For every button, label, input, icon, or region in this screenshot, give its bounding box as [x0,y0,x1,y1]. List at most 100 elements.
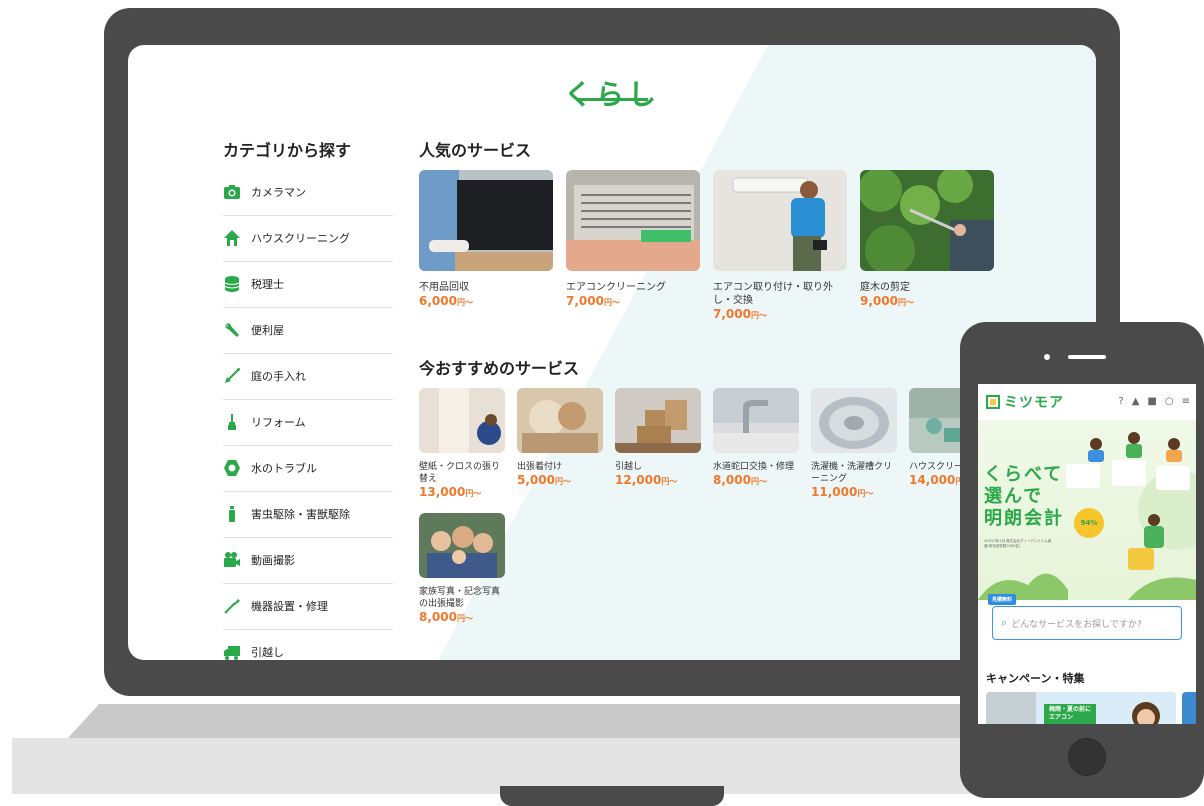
sidebar-item-house-cleaning[interactable]: ハウスクリーニング [223,215,393,262]
phone-home-button[interactable] [1068,738,1106,776]
hero-heading: くらべて 選んで 明朗会計 [984,464,1064,530]
service-price: 5,000円〜 [517,473,571,487]
sidebar-item-garden[interactable]: 庭の手入れ [223,353,393,400]
free-estimate-badge: 見積無料 [988,594,1017,605]
screwdriver-icon [223,597,241,615]
sidebar-item-label: 引越し [251,646,284,659]
brush-icon [223,413,241,431]
menu-icon[interactable]: ≡ [1182,397,1190,407]
search-input[interactable]: ⌕ どんなサービスをお探しですか? [992,606,1182,640]
clipboard-icon[interactable]: ■ [1147,397,1156,407]
phone-header: ミツモア ? ▲ ■ ○ ≡ [978,384,1196,420]
service-image [713,388,799,453]
video-camera-icon [223,551,241,569]
nut-icon [223,459,241,477]
phone-screen: ミツモア ? ▲ ■ ○ ≡ くらべて 選んで 明朗会計 94% ※2023年1… [978,384,1196,724]
sidebar-item-water-trouble[interactable]: 水のトラブル [223,445,393,492]
search-icon[interactable]: ○ [1165,397,1174,407]
sidebar-item-equipment[interactable]: 機器設置・修理 [223,583,393,630]
sidebar-item-label: 水のトラブル [251,462,317,475]
service-image [419,513,505,578]
house-icon [223,229,241,247]
recommended-card[interactable]: 壁紙・クロスの張り替え 13,000円〜 [419,388,505,501]
popular-card[interactable]: エアコンクリーニング 7,000円〜 [566,170,700,310]
service-price: 7,000円〜 [713,307,767,321]
service-image [419,170,553,271]
sidebar-item-label: 機器設置・修理 [251,600,328,613]
service-name: 出張着付け [517,462,563,472]
sidebar-item-label: 動画撮影 [251,554,295,567]
popular-card[interactable]: 不用品回収 6,000円〜 [419,170,553,310]
service-price: 6,000円〜 [419,294,473,308]
logo-text: ミツモア [1004,395,1064,411]
sidebar-item-camera[interactable]: カメラマン [223,169,393,216]
service-price: 9,000円〜 [860,294,914,308]
service-price: 12,000円〜 [615,473,678,487]
popular-card[interactable]: 庭木の剪定 9,000円〜 [860,170,994,310]
page-title: くらし [563,78,660,111]
popular-section-title: 人気のサービス [419,141,532,160]
sidebar-item-label: 税理士 [251,278,284,291]
campaign-banner[interactable]: 梅雨・夏の前に エアコン [986,692,1176,724]
service-image [419,388,505,453]
satisfaction-badge: 94% [1074,508,1104,538]
sidebar-item-handyman[interactable]: 便利屋 [223,307,393,354]
sidebar-item-video[interactable]: 動画撮影 [223,537,393,584]
sidebar-item-label: ハウスクリーニング [251,232,350,245]
campaign-banner-next[interactable] [1182,692,1196,724]
service-price: 7,000円〜 [566,294,620,308]
sidebar-item-label: 害虫駆除・害獣駆除 [251,508,350,521]
shovel-icon [223,367,241,385]
hero-line: くらべて [984,464,1064,485]
service-name: エアコンクリーニング [566,282,666,293]
hero-line: 選んで [984,486,1044,507]
sidebar-item-label: カメラマン [251,186,306,199]
service-name: 庭木の剪定 [860,282,910,293]
sidebar-item-label: 便利屋 [251,324,284,337]
title-underline [576,98,648,101]
banner-line: エアコン [1049,714,1074,721]
help-icon[interactable]: ? [1118,397,1123,407]
logo-icon [986,395,1000,409]
sidebar-item-reform[interactable]: リフォーム [223,399,393,446]
popular-card[interactable]: エアコン取り付け・取り外し・交換 7,000円〜 [713,170,847,323]
recommended-section-title: 今おすすめのサービス [419,359,580,378]
laptop-screen: くらし カテゴリから探す カメラマン ハウスクリーニング 税理士 便利屋 庭の手… [128,45,1096,660]
sidebar-item-label: 庭の手入れ [251,370,306,383]
service-name: エアコン取り付け・取り外し・交換 [713,282,833,306]
service-name: 洗濯機・洗濯槽クリーニング [811,462,893,484]
service-price: 11,000円〜 [811,485,874,499]
service-price: 8,000円〜 [713,473,767,487]
recommended-card[interactable]: 洗濯機・洗濯槽クリーニング 11,000円〜 [811,388,897,501]
banner-label: 梅雨・夏の前に エアコン [1044,704,1097,724]
phone-camera [1044,354,1050,360]
recommended-card[interactable]: 家族写真・記念写真の出張撮影 8,000円〜 [419,513,505,626]
recommended-card[interactable]: 引越し 12,000円〜 [615,388,701,489]
service-image [615,388,701,453]
sidebar-item-tax-accountant[interactable]: 税理士 [223,261,393,308]
recommended-card[interactable]: 出張着付け 5,000円〜 [517,388,603,489]
sidebar-title: カテゴリから探す [223,141,352,160]
logo[interactable]: ミツモア [986,392,1064,412]
hero-line: 明朗会計 [984,508,1064,529]
sidebar-item-pest-control[interactable]: 害虫駆除・害獣駆除 [223,491,393,538]
laptop-keyboard-deck [68,704,1104,738]
service-image [713,170,847,271]
campaign-title: キャンペーン・特集 [986,672,1085,685]
service-image [517,388,603,453]
laptop-notch [500,786,724,806]
service-image [811,388,897,453]
service-image [860,170,994,271]
hero-fine-print: ※2023年1月 株式会社ディーアンドエム調査(有効回答数3000名) [984,539,1052,548]
service-name: 引越し [615,462,643,472]
recommended-card[interactable]: 水道蛇口交換・修理 8,000円〜 [713,388,799,489]
bell-icon[interactable]: ▲ [1132,397,1140,407]
search-icon: ⌕ [1001,616,1008,629]
service-image [566,170,700,271]
camera-icon [223,183,241,201]
phone-speaker [1068,355,1106,359]
header-icons: ? ▲ ■ ○ ≡ [1118,397,1190,407]
service-price: 13,000円〜 [419,485,482,499]
sidebar-item-moving[interactable]: 引越し [223,629,393,660]
truck-icon [223,643,241,660]
